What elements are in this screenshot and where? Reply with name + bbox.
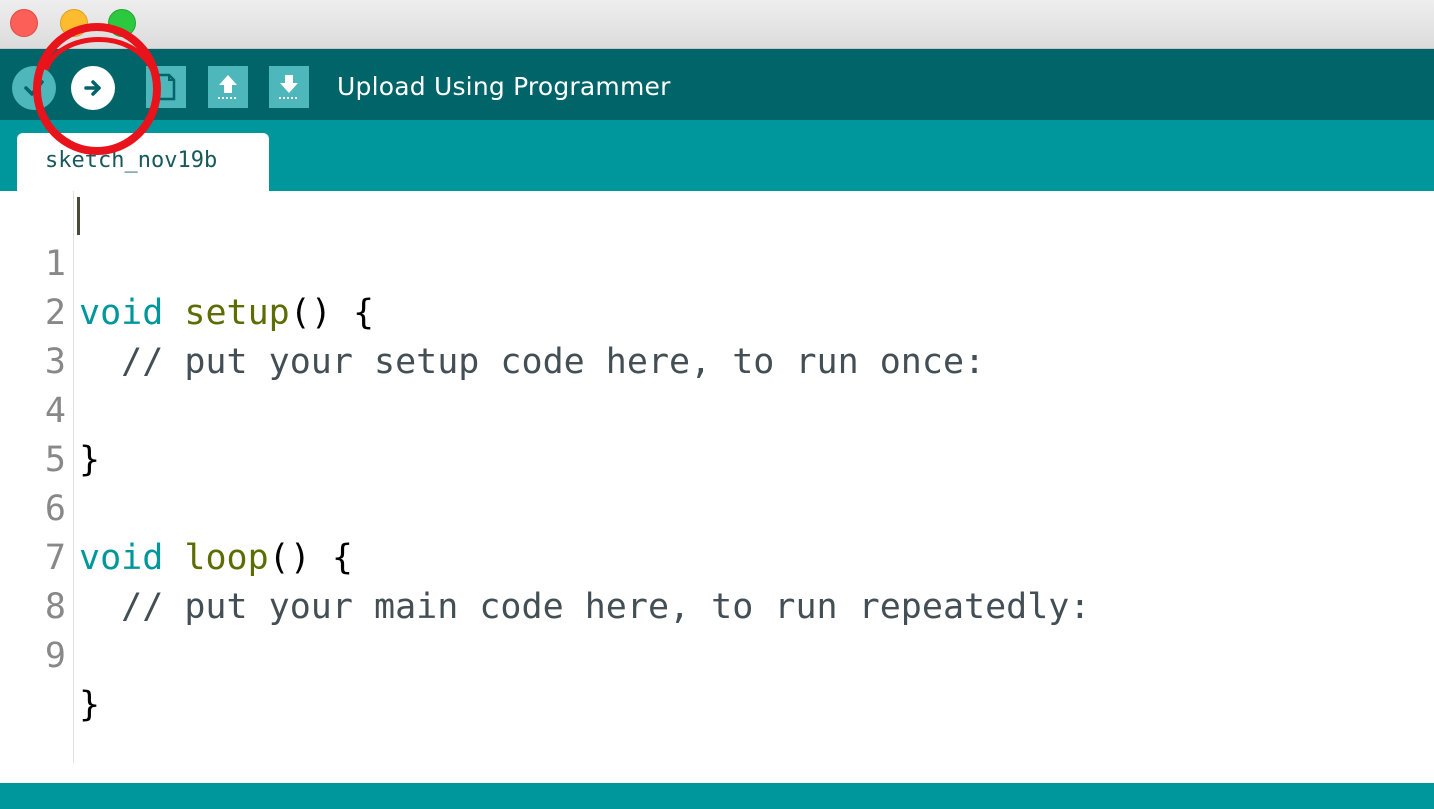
tab-label: sketch_nov19b <box>45 148 218 173</box>
save-button[interactable] <box>269 66 309 108</box>
toolbar-hover-label: Upload Using Programmer <box>337 72 671 101</box>
code-line[interactable]: 3 <box>0 289 1400 382</box>
document-icon <box>156 73 176 101</box>
new-sketch-button[interactable] <box>146 66 186 108</box>
minimize-window-button[interactable] <box>60 9 88 37</box>
close-window-button[interactable] <box>10 9 38 37</box>
status-bar <box>0 783 1434 809</box>
code-line[interactable]: 1 void setup() { <box>0 191 1400 333</box>
up-arrow-icon <box>218 75 238 99</box>
code-line[interactable]: 4 } <box>0 338 1400 480</box>
code-line[interactable]: 6 void loop() { <box>0 436 1400 578</box>
toolbar: Upload Using Programmer <box>0 49 1434 120</box>
code-line[interactable]: 5 <box>0 387 1400 480</box>
verify-button[interactable] <box>12 66 56 110</box>
zoom-window-button[interactable] <box>108 9 136 37</box>
text-caret <box>77 197 80 235</box>
code-line[interactable]: 2 // put your setup code here, to run on… <box>0 240 1400 382</box>
code-line[interactable]: 8 <box>0 534 1400 627</box>
code-editor[interactable]: 1 void setup() { 2 // put your setup cod… <box>0 191 1434 763</box>
code-line[interactable]: 7 // put your main code here, to run rep… <box>0 485 1400 627</box>
line-number: 9 <box>44 636 66 676</box>
right-arrow-icon <box>84 80 101 96</box>
tab-sketch[interactable]: sketch_nov19b <box>17 133 269 191</box>
checkmark-icon <box>24 80 44 96</box>
title-bar <box>0 0 1434 49</box>
code-line[interactable]: 9 } <box>0 583 1400 725</box>
editor-console-divider[interactable] <box>0 763 1434 783</box>
down-arrow-icon <box>279 75 299 99</box>
upload-button[interactable] <box>71 66 115 110</box>
open-button[interactable] <box>208 66 248 108</box>
code-text: } <box>79 685 101 725</box>
tab-strip: sketch_nov19b <box>0 120 1434 191</box>
